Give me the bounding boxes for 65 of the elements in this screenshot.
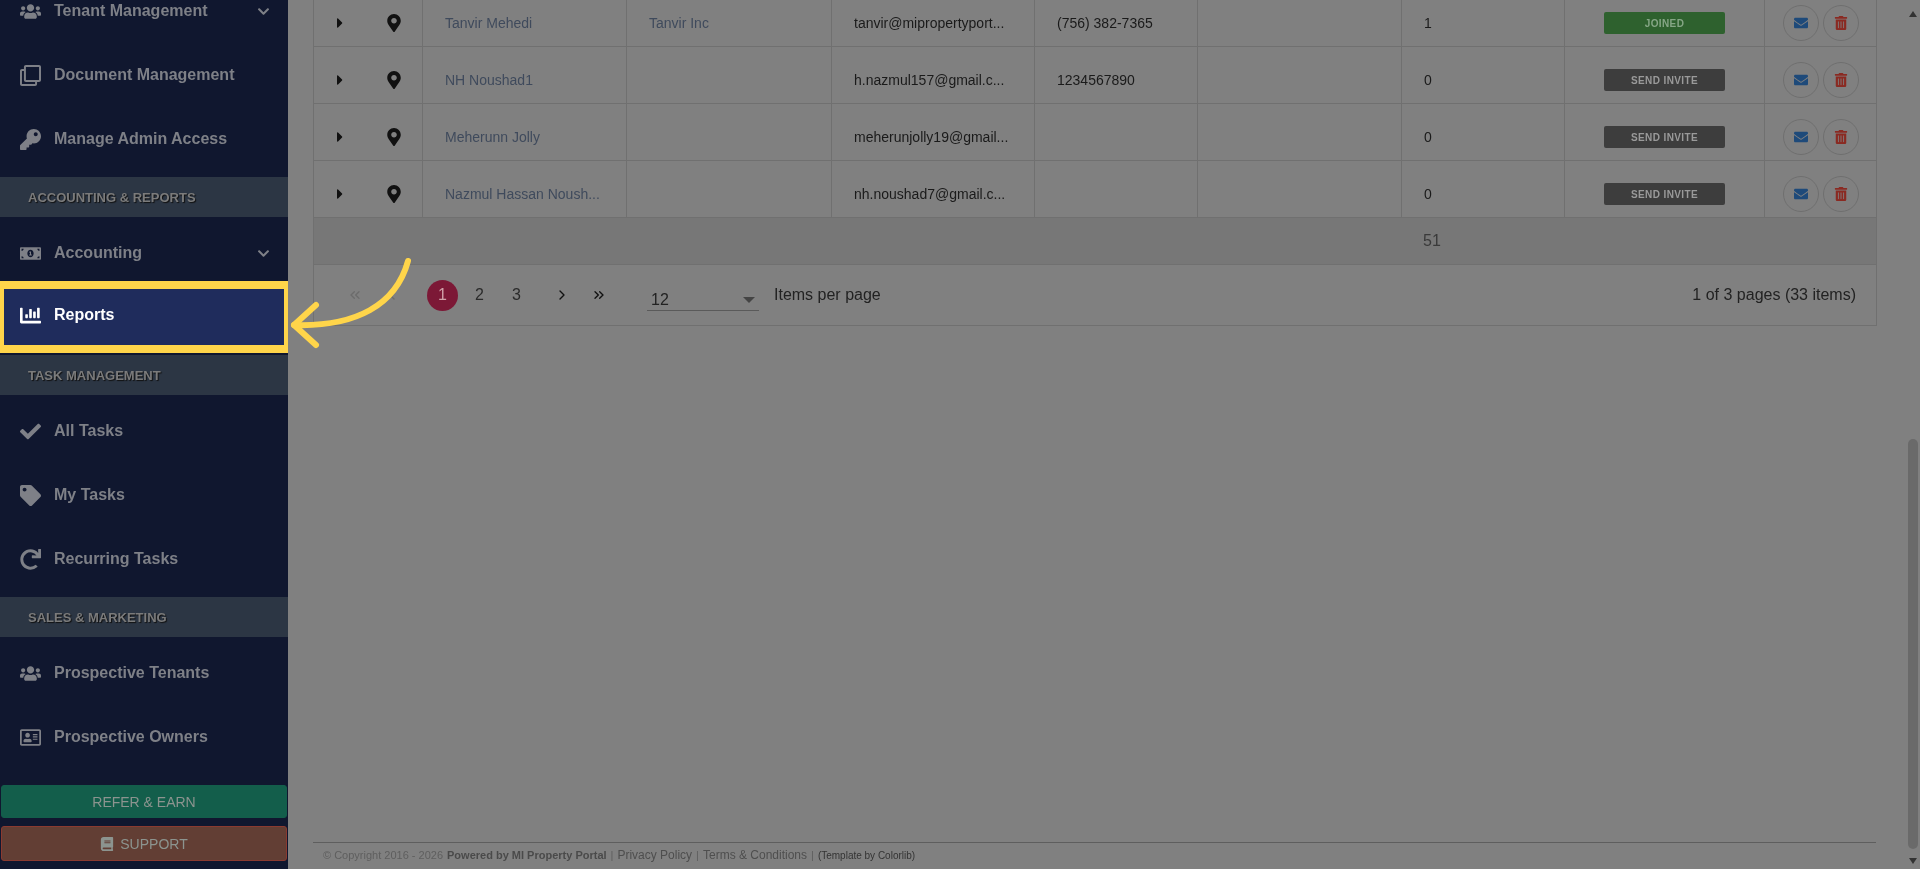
- sidebar-item[interactable]: My Tasks: [0, 463, 288, 527]
- key-icon: [18, 128, 42, 150]
- map-pin-icon[interactable]: [385, 71, 403, 89]
- sidebar-item[interactable]: All Tasks: [0, 399, 288, 463]
- sidebar-item[interactable]: Prospective Owners: [0, 705, 288, 769]
- credit-text: (Template by Colorlib): [817, 849, 916, 861]
- sidebar-item[interactable]: Manage Admin Access: [0, 107, 288, 171]
- total-count: 51: [1422, 232, 1442, 250]
- refresh-icon: [18, 548, 42, 570]
- send-invite-button[interactable]: SEND INVITE: [1604, 126, 1725, 148]
- count-cell: 0: [1424, 72, 1432, 88]
- dropdown-icon: [743, 296, 755, 303]
- id-card-icon: [18, 726, 42, 748]
- count-cell: 0: [1424, 186, 1432, 202]
- company-cell: Tanvir Inc: [649, 15, 709, 31]
- sidebar-item[interactable]: Recurring Tasks: [0, 527, 288, 591]
- page-number[interactable]: 2: [464, 279, 495, 311]
- sidebar-item[interactable]: Accounting: [0, 221, 288, 285]
- separator: |: [610, 849, 614, 861]
- support-button[interactable]: SUPPORT: [1, 826, 287, 861]
- tenant-name-link[interactable]: Nazmul Hassan Noush...: [445, 186, 600, 202]
- scroll-down-icon[interactable]: [1908, 857, 1918, 865]
- email-cell: nh.noushad7@gmail.c...: [854, 186, 1006, 202]
- scroll-up-icon[interactable]: [1908, 10, 1918, 18]
- page-info: 1 of 3 pages (33 items): [1692, 286, 1856, 304]
- tenant-name-link[interactable]: NH Noushad1: [445, 72, 533, 88]
- separator: |: [696, 849, 699, 861]
- section-header: SALES & MARKETING: [0, 597, 288, 637]
- section-header: ACCOUNTING & REPORTS: [0, 177, 288, 217]
- envelope-icon: [1793, 16, 1808, 30]
- map-pin-icon[interactable]: [385, 128, 403, 146]
- trash-icon: [1833, 187, 1848, 201]
- documents-icon: [18, 64, 42, 86]
- envelope-icon: [1793, 130, 1808, 144]
- email-cell: tanvir@mipropertyport...: [854, 15, 1005, 31]
- trash-icon: [1833, 73, 1848, 87]
- envelope-icon: [1793, 73, 1808, 87]
- sidebar-item[interactable]: Prospective Tenants: [0, 641, 288, 705]
- refer-button[interactable]: REFER & EARN: [1, 785, 287, 818]
- map-pin-icon[interactable]: [385, 185, 403, 203]
- tenant-name-link[interactable]: Meherunn Jolly: [445, 129, 540, 145]
- per-page-select[interactable]: 12: [647, 279, 759, 311]
- trash-icon: [1833, 130, 1848, 144]
- email-cell: meherunjolly19@gmail...: [854, 129, 1009, 145]
- page-number[interactable]: 3: [501, 279, 532, 311]
- phone-cell: (756) 382-7365: [1057, 15, 1153, 31]
- sidebar-item[interactable]: Document Management: [0, 43, 288, 107]
- trash-icon: [1833, 16, 1848, 30]
- envelope-icon: [1793, 187, 1808, 201]
- tenant-name-link[interactable]: Tanvir Mehedi: [445, 15, 533, 31]
- page-number[interactable]: 1: [427, 279, 458, 311]
- count-cell: 1: [1424, 15, 1432, 31]
- send-invite-button[interactable]: SEND INVITE: [1604, 183, 1725, 205]
- count-cell: 0: [1424, 129, 1432, 145]
- separator: |: [811, 849, 814, 861]
- email-cell: h.nazmul157@gmail.c...: [854, 72, 1005, 88]
- book-icon: [100, 836, 115, 851]
- send-invite-button[interactable]: SEND INVITE: [1604, 69, 1725, 91]
- joined-badge: JOINED: [1604, 12, 1725, 34]
- sidebar-item[interactable]: Tenant Management: [0, 0, 288, 43]
- section-header: TASK MANAGEMENT: [0, 355, 288, 395]
- phone-cell: 1234567890: [1057, 72, 1135, 88]
- tag-icon: [18, 484, 42, 506]
- map-pin-icon[interactable]: [385, 14, 403, 32]
- per-page-label: Items per page: [774, 286, 881, 304]
